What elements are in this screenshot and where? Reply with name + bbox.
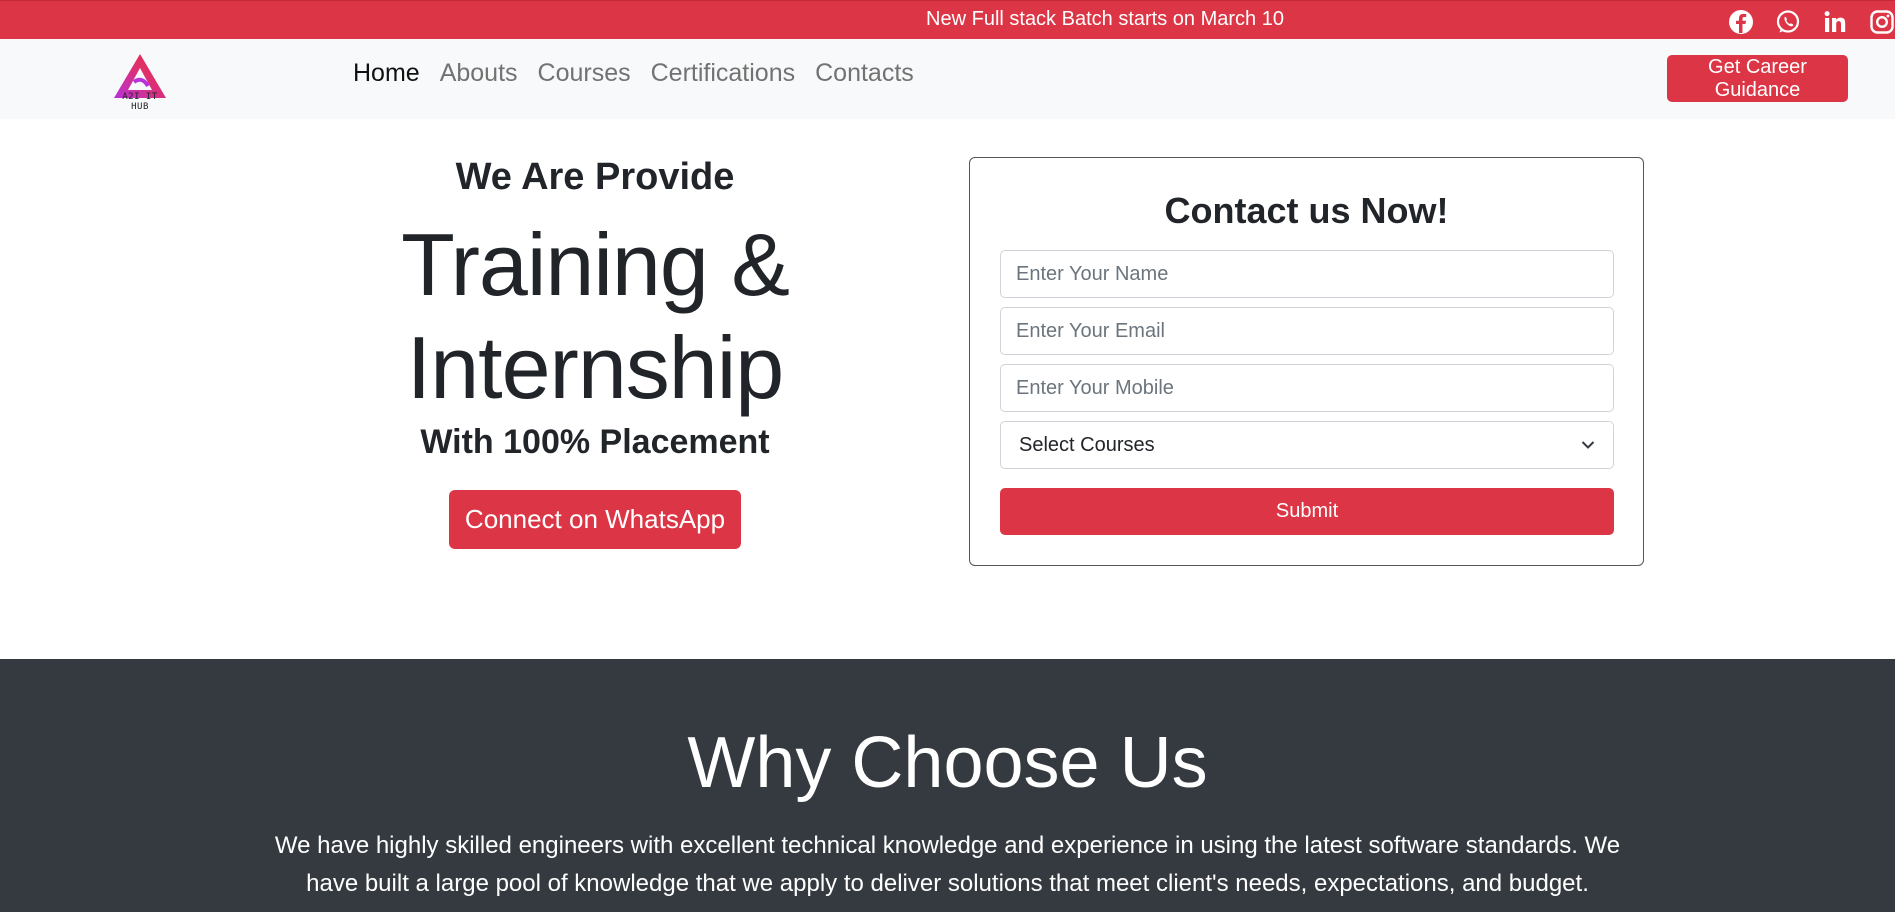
contact-form-title: Contact us Now!: [1164, 190, 1449, 231]
nav-link-courses[interactable]: Courses: [538, 59, 631, 88]
course-select-value: Select Courses: [1019, 433, 1155, 456]
why-choose-us-section: Why Choose Us We have highly skilled eng…: [0, 659, 1895, 912]
hero: We Are Provide Training & Internship Wit…: [353, 150, 837, 549]
email-input[interactable]: [1000, 307, 1614, 355]
submit-button[interactable]: Submit: [1000, 488, 1614, 535]
nav-link-contacts[interactable]: Contacts: [815, 59, 914, 88]
why-title: Why Choose Us: [687, 723, 1208, 803]
whatsapp-icon[interactable]: [1774, 8, 1801, 35]
nav-link-abouts[interactable]: Abouts: [440, 59, 518, 88]
linkedin-icon[interactable]: [1821, 8, 1848, 35]
facebook-icon[interactable]: [1727, 8, 1754, 35]
hero-subtitle: With 100% Placement: [420, 423, 770, 461]
connect-whatsapp-button[interactable]: Connect on WhatsApp: [449, 490, 741, 549]
why-text: We have highly skilled engineers with ex…: [274, 832, 1621, 897]
navbar: A2I IT HUB Home Abouts Courses Certifica…: [0, 39, 1895, 119]
chevron-down-icon: [1581, 441, 1595, 449]
nav-link-certifications[interactable]: Certifications: [651, 59, 796, 88]
hero-title-line2: Internship: [406, 318, 784, 417]
logo-text: A2I IT HUB: [122, 92, 158, 112]
get-career-guidance-button[interactable]: Get Career Guidance: [1667, 55, 1848, 102]
social-links: [1727, 8, 1895, 35]
name-input[interactable]: [1000, 250, 1614, 298]
hero-title: Training & Internship: [353, 213, 837, 419]
instagram-icon[interactable]: [1868, 8, 1895, 35]
nav-link-home[interactable]: Home: [353, 59, 420, 88]
course-select[interactable]: Select Courses: [1000, 421, 1614, 469]
mobile-input[interactable]: [1000, 364, 1614, 412]
announcement-text: New Full stack Batch starts on March 10: [926, 8, 1284, 30]
hero-pretitle: We Are Provide: [455, 156, 735, 198]
announcement-bar: New Full stack Batch starts on March 10: [0, 0, 1895, 39]
logo[interactable]: A2I IT HUB: [112, 52, 178, 112]
nav-links: Home Abouts Courses Certifications Conta…: [353, 59, 914, 88]
hero-title-line1: Training &: [401, 215, 790, 314]
contact-form-card: Contact us Now! Select Courses Submit: [969, 157, 1644, 566]
